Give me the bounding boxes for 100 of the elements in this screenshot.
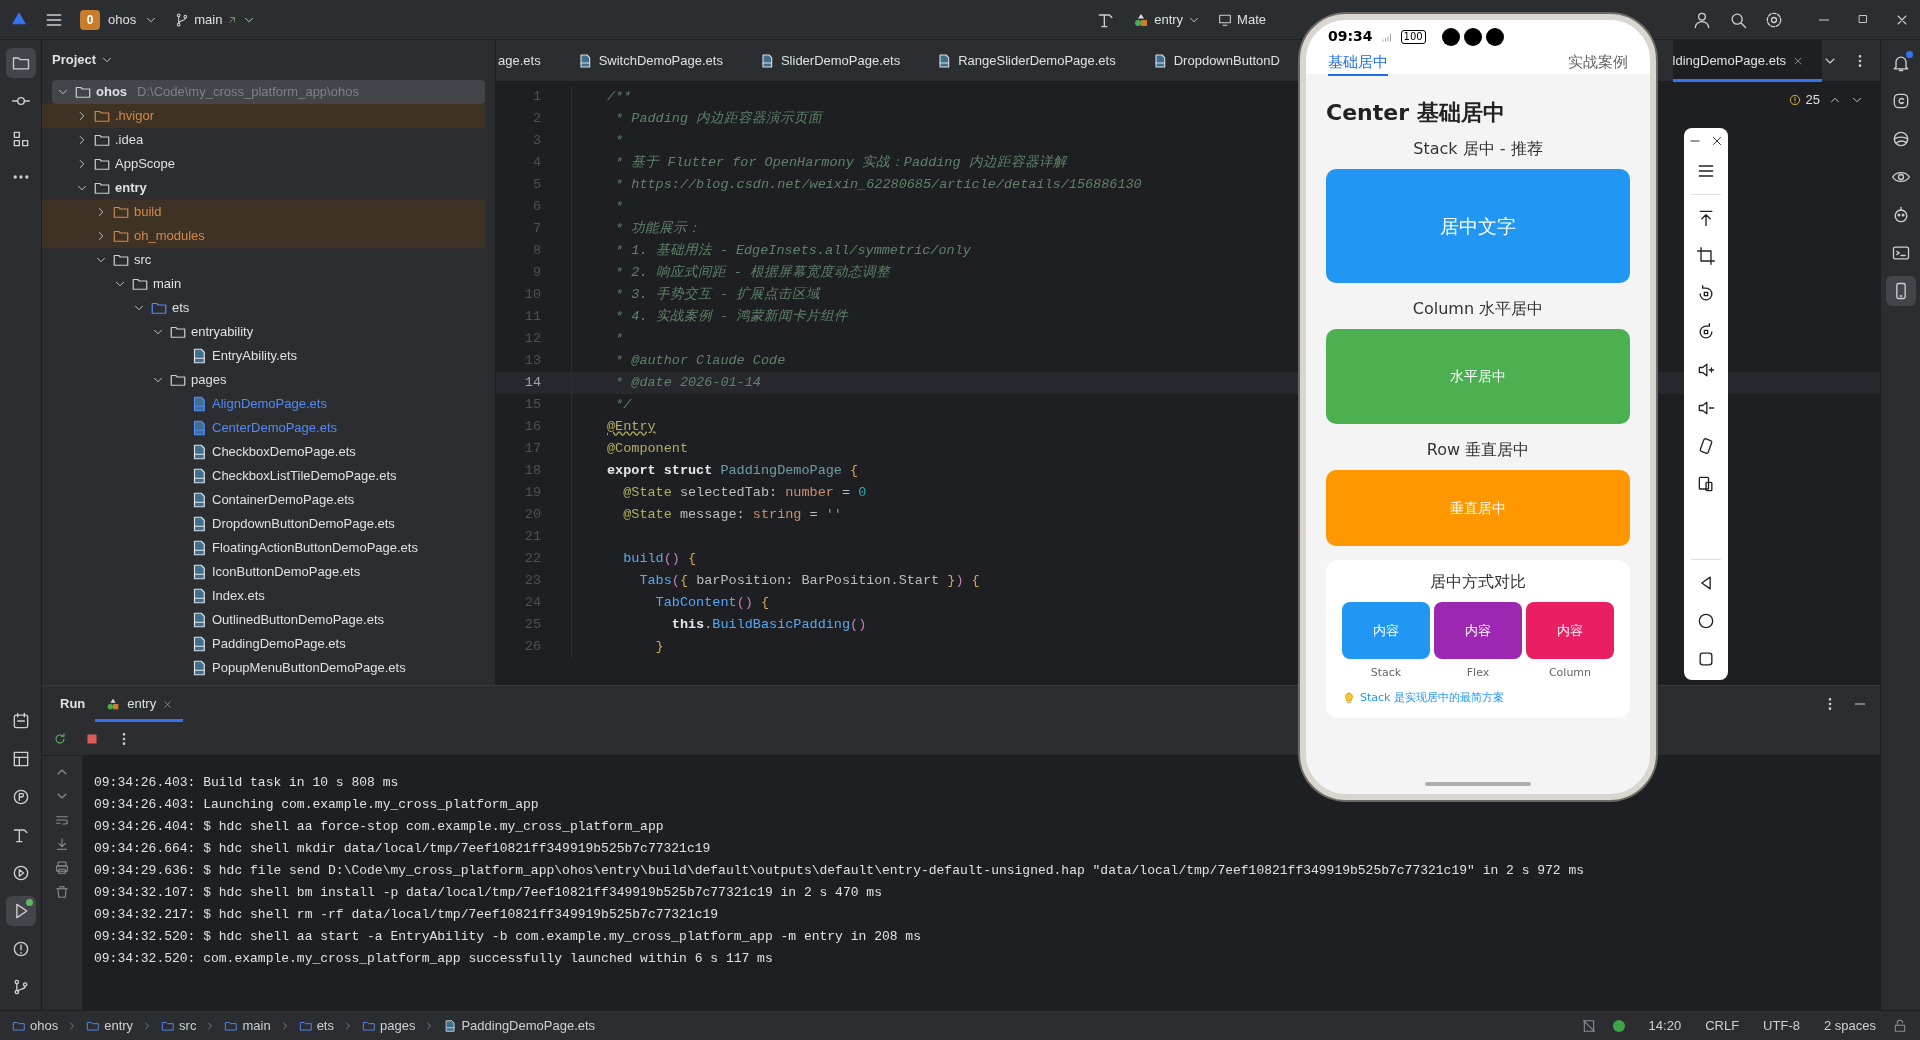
breadcrumb[interactable]: ets xyxy=(298,1015,334,1036)
line-separator[interactable]: CRLF xyxy=(1697,1015,1748,1036)
editor-tab[interactable]: ldingDemoPage.ets xyxy=(1672,39,1822,82)
editor-tab[interactable]: RangeSliderDemoPage.ets xyxy=(918,39,1134,82)
trash-icon[interactable] xyxy=(54,884,70,900)
tree-item[interactable]: ets xyxy=(42,296,485,320)
tree-item[interactable]: CheckboxListTileDemoPage.ets xyxy=(42,464,485,488)
tree-item[interactable]: ContainerDemoPage.ets xyxy=(42,488,485,512)
tile-label: Flex xyxy=(1465,665,1491,681)
tree-item[interactable]: Index.ets xyxy=(42,584,485,608)
run-config-name: entry xyxy=(1154,10,1184,29)
branch-name: main xyxy=(194,10,223,29)
tree-item[interactable]: DropdownButtonDemoPage.ets xyxy=(42,512,485,536)
breadcrumb[interactable]: entry xyxy=(86,1015,134,1036)
tree-item[interactable]: entry xyxy=(42,176,485,200)
tree-item[interactable]: pages xyxy=(42,368,485,392)
console-line: 09:34:26.403: Build task in 10 s 808 ms xyxy=(94,774,399,792)
code-line: * xyxy=(571,196,624,218)
file-icon xyxy=(443,1018,458,1033)
demo-tile: 内容 xyxy=(1342,602,1430,659)
status-dot xyxy=(1612,1019,1625,1032)
editor-tab[interactable]: age.ets xyxy=(496,39,559,82)
tree-item[interactable]: main xyxy=(42,272,485,296)
demo-box: 居中文字 xyxy=(1326,169,1630,283)
code-line: @State message: string = '' xyxy=(571,504,842,526)
tree-item[interactable]: AppScope xyxy=(42,152,485,176)
tree-item[interactable]: IconButtonDemoPage.ets xyxy=(42,560,485,584)
crop-icon[interactable] xyxy=(1696,246,1716,266)
code-line: build() { xyxy=(571,548,697,570)
device-name: Mate xyxy=(1237,10,1266,29)
code-line: @State selectedTab: number = 0 xyxy=(571,482,867,504)
tree-item[interactable]: entryability xyxy=(42,320,485,344)
tree-item[interactable]: FloatingActionButtonDemoPage.ets xyxy=(42,536,485,560)
lock-icon[interactable] xyxy=(1892,1017,1908,1034)
tab[interactable]: 基础居中 xyxy=(1328,51,1388,76)
tree-item[interactable]: .idea xyxy=(42,128,485,152)
home-icon[interactable] xyxy=(1696,611,1716,631)
tree-item[interactable]: oh_modules xyxy=(42,224,485,248)
scroll-to-end-icon[interactable] xyxy=(54,836,70,852)
code-line: * 功能展示： xyxy=(571,218,702,240)
code-line: * 基于 Flutter for OpenHarmony 实战：Padding 内边距容器详解 xyxy=(571,152,1067,174)
tree-item[interactable]: PopupMenuButtonDemoPage.ets xyxy=(42,656,485,680)
run-config-selector[interactable]: entry xyxy=(1132,9,1202,30)
caret-position[interactable]: 14:20 xyxy=(1640,1015,1690,1036)
close-icon[interactable] xyxy=(1710,134,1724,148)
tile-label: Column xyxy=(1547,665,1593,681)
section-heading: Column 水平居中 xyxy=(1411,298,1545,320)
rerun-icon[interactable] xyxy=(52,730,68,747)
tree-item[interactable]: .hvigor xyxy=(42,104,485,128)
code-line: * Padding 内边距容器演示页面 xyxy=(571,108,823,130)
branch-switcher[interactable]: main xyxy=(174,9,257,30)
tree-item[interactable]: EntryAbility.ets xyxy=(42,344,485,368)
tree-item[interactable]: build xyxy=(42,200,485,224)
lightbulb-icon xyxy=(1342,690,1356,705)
code-line: * 2. 响应式间距 - 根据屏幕宽度动态调整 xyxy=(571,262,890,284)
code-line: * https://blog.csdn.net/weixin_62280685/article/details/156886130 xyxy=(571,174,1142,196)
breadcrumb[interactable]: src xyxy=(161,1015,197,1036)
indent-setting[interactable]: 2 spaces xyxy=(1815,1015,1884,1036)
section-heading: Stack 居中 - 推荐 xyxy=(1412,138,1544,160)
tree-item[interactable]: ohos D:\Code\my_cross_platform_app\ohos xyxy=(52,80,485,104)
breadcrumb[interactable]: ohos xyxy=(12,1015,59,1036)
code-line: */ xyxy=(571,394,632,416)
read-only-icon[interactable] xyxy=(1580,1017,1597,1034)
editor-tab[interactable]: SliderDemoPage.ets xyxy=(740,39,919,82)
code-line: * 4. 实战案例 - 鸿蒙新闻卡片组件 xyxy=(571,306,848,328)
tab[interactable]: 实战案例 xyxy=(1568,51,1628,76)
clock: 09:34 xyxy=(1328,27,1373,46)
breadcrumb[interactable]: PaddingDemoPage.ets xyxy=(443,1015,596,1036)
print-icon[interactable] xyxy=(54,860,70,876)
editor-tab[interactable]: SwitchDemoPage.ets xyxy=(558,39,741,82)
tree-item[interactable]: src xyxy=(42,248,485,272)
code-line: } xyxy=(571,636,664,658)
code-line: * xyxy=(571,328,624,350)
project-switcher[interactable]: 0 ohos xyxy=(80,9,159,30)
code-line: * xyxy=(571,130,624,152)
tree-item[interactable]: CenterDemoPage.ets xyxy=(42,416,485,440)
console-line: 09:34:29.636: $ hdc file send D:\Code\my_cross_platform_app\ohos\entry\build\default\outputs\default\entry-default-unsigned.hap "data/local/tmp/7eef10821ff349919b525b7c77321c19" in 2 s 972 ms xyxy=(94,862,1585,880)
console-line: 09:34:32.520: com.example.my_cross_platform_app successfully launched within 6 s 117 ms xyxy=(94,950,773,968)
console-line: 09:34:32.107: $ hdc shell bm install -p data/local/tmp/7eef10821ff349919b525b7c77321c19 in 2 s 470 ms xyxy=(94,884,882,902)
panel-tab[interactable]: Run xyxy=(50,686,96,722)
editor-tab[interactable]: DropdownButtonD xyxy=(1133,39,1280,82)
warning-count[interactable]: 25 xyxy=(1787,90,1820,110)
tile-label: Stack xyxy=(1369,665,1403,681)
panel-tab[interactable]: entry xyxy=(95,686,184,722)
code-line: TabContent() { xyxy=(571,592,770,614)
tree-item[interactable]: OutlinedButtonDemoPage.ets xyxy=(42,608,485,632)
file-encoding[interactable]: UTF-8 xyxy=(1755,1015,1808,1036)
breadcrumb[interactable]: main xyxy=(224,1015,271,1036)
code-line: * 1. 基础用法 - EdgeInsets.all/symmetric/only xyxy=(571,240,971,262)
tree-item[interactable]: PaddingDemoPage.ets xyxy=(42,632,485,656)
tree-item[interactable]: AlignDemoPage.ets xyxy=(42,392,485,416)
breadcrumb[interactable]: pages xyxy=(362,1015,416,1036)
code-line: @Component xyxy=(571,438,688,460)
folder-path: D:\Code\my_cross_platform_app\ohos xyxy=(137,83,359,102)
line-number: 14 xyxy=(523,373,542,392)
badge-dot xyxy=(1905,51,1913,58)
console-line: 09:34:26.404: $ hdc shell aa force-stop com.example.my_cross_platform_app xyxy=(94,818,664,836)
multi-device-icon[interactable] xyxy=(1696,474,1716,494)
device-selector[interactable]: Mate xyxy=(1217,9,1266,30)
tree-item[interactable]: CheckboxDemoPage.ets xyxy=(42,440,485,464)
